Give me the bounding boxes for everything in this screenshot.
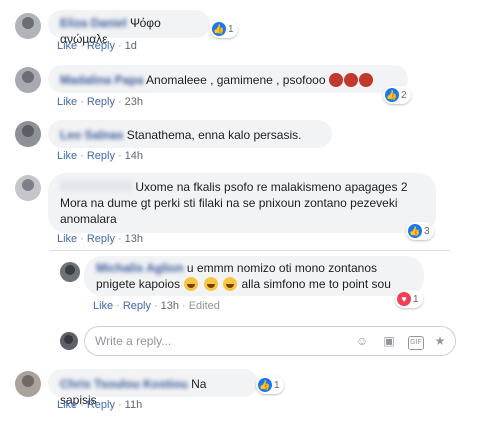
avatar[interactable] bbox=[60, 262, 80, 282]
reply-link[interactable]: Reply bbox=[87, 399, 115, 411]
reaction-badge[interactable]: ♥ 1 bbox=[395, 290, 423, 308]
like-link[interactable]: Like bbox=[57, 233, 77, 245]
comment-actions: Like · Reply · 11h bbox=[57, 399, 143, 411]
reply-link[interactable]: Reply bbox=[87, 150, 115, 162]
timestamp[interactable]: 23h bbox=[125, 96, 143, 108]
comment-bubble: Madalina Papa Anomaleee , gamimene , pso… bbox=[48, 65, 408, 93]
reply-text: pnigete kapoios bbox=[96, 277, 181, 291]
timestamp[interactable]: 1d bbox=[125, 40, 137, 52]
reaction-badge[interactable]: 👍 1 bbox=[256, 376, 284, 394]
comment-text: Mora na dume gt perki sti filaki na se p… bbox=[60, 196, 398, 210]
love-reaction-icon: ♥ bbox=[397, 292, 411, 306]
reply-link[interactable]: Reply bbox=[123, 300, 151, 312]
avatar[interactable] bbox=[15, 121, 41, 147]
like-link[interactable]: Like bbox=[57, 399, 77, 411]
timestamp[interactable]: 13h bbox=[125, 233, 143, 245]
like-reaction-icon: 👍 bbox=[385, 88, 399, 102]
comment-text: anomalara bbox=[60, 212, 117, 226]
camera-icon[interactable]: ▣ bbox=[382, 334, 396, 348]
reply-bubble: Michalis Aglion u emmm nomizo oti mono z… bbox=[84, 256, 424, 296]
comment-author[interactable]: Chris Tsoulou Kostiou bbox=[60, 377, 188, 391]
angry-emoji-icon bbox=[328, 73, 374, 87]
comment-bubble: Chris Tsoulou Kostiou Na sapisis bbox=[48, 369, 258, 407]
reply-link[interactable]: Reply bbox=[87, 233, 115, 245]
comment-author[interactable]: Eliza Daniel bbox=[60, 16, 127, 30]
reaction-badge[interactable]: 👍 2 bbox=[383, 86, 411, 104]
emoji-icon[interactable]: ☺ bbox=[355, 334, 369, 348]
comment-author[interactable] bbox=[60, 180, 132, 192]
reply-input[interactable]: Write a reply... ☺ ▣ GIF ★ bbox=[84, 326, 456, 356]
comment-bubble: Leo Salnas Stanathema, enna kalo persasi… bbox=[48, 120, 332, 148]
reply-author[interactable]: Michalis Aglion bbox=[96, 261, 184, 275]
edited-label[interactable]: Edited bbox=[189, 300, 220, 312]
comment-author[interactable]: Madalina Papa bbox=[60, 73, 143, 87]
like-reaction-icon: 👍 bbox=[258, 378, 272, 392]
like-reaction-icon: 👍 bbox=[212, 22, 226, 36]
reply-text: alla simfono me to point sou bbox=[241, 277, 391, 291]
like-link[interactable]: Like bbox=[93, 300, 113, 312]
comment-text: Anomaleee , gamimene , psofooo bbox=[146, 73, 326, 87]
like-link[interactable]: Like bbox=[57, 150, 77, 162]
like-reaction-icon: 👍 bbox=[408, 224, 422, 238]
comment-text: Stanathema, enna kalo persasis. bbox=[126, 128, 302, 142]
avatar[interactable] bbox=[15, 371, 41, 397]
comment-actions: Like · Reply · 23h bbox=[57, 96, 144, 108]
comment-author[interactable]: Leo Salnas bbox=[60, 128, 123, 142]
thread-divider bbox=[50, 250, 450, 251]
comment-text: Uxome na fkalis psofo re malakismeno apa… bbox=[135, 180, 408, 194]
comment-bubble: Eliza Daniel Ψόφο ανώμαλε bbox=[48, 10, 210, 46]
reaction-badge[interactable]: 👍 3 bbox=[406, 222, 434, 240]
comment-actions: Like · Reply · 1d bbox=[57, 40, 137, 52]
like-link[interactable]: Like bbox=[57, 40, 77, 52]
gif-icon[interactable]: GIF bbox=[408, 336, 424, 350]
reply-text: u emmm nomizo oti mono zontanos bbox=[186, 261, 377, 275]
like-link[interactable]: Like bbox=[57, 96, 77, 108]
reply-actions: Like · Reply · 13h · Edited bbox=[93, 300, 220, 312]
avatar[interactable] bbox=[15, 175, 41, 201]
timestamp[interactable]: 14h bbox=[125, 150, 143, 162]
sticker-icon[interactable]: ★ bbox=[433, 334, 447, 348]
comment-bubble: Uxome na fkalis psofo re malakismeno apa… bbox=[48, 173, 436, 233]
avatar[interactable] bbox=[15, 13, 41, 39]
reaction-badge[interactable]: 👍 1 bbox=[210, 20, 238, 38]
avatar bbox=[60, 332, 78, 350]
reply-link[interactable]: Reply bbox=[87, 96, 115, 108]
comment-actions: Like · Reply · 14h bbox=[57, 150, 144, 162]
timestamp[interactable]: 11h bbox=[125, 399, 143, 411]
reply-input-placeholder: Write a reply... bbox=[95, 334, 172, 348]
reply-link[interactable]: Reply bbox=[87, 40, 115, 52]
avatar[interactable] bbox=[15, 67, 41, 93]
timestamp[interactable]: 13h bbox=[161, 300, 179, 312]
grinning-emoji-icon bbox=[183, 277, 238, 291]
comment-actions: Like · Reply · 13h bbox=[57, 233, 144, 245]
